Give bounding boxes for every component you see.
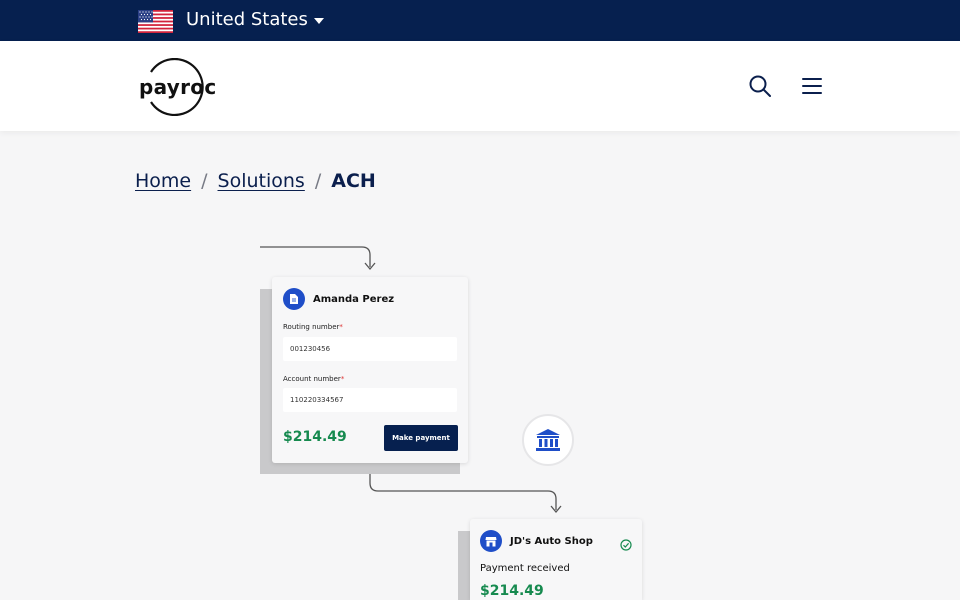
payer-name: Amanda Perez bbox=[313, 293, 395, 305]
bank-icon bbox=[522, 414, 574, 466]
routing-number-input[interactable]: 001230456 bbox=[283, 337, 457, 361]
payment-received-text: Payment received bbox=[480, 563, 570, 574]
routing-number-label: Routing number* bbox=[283, 323, 343, 331]
routing-number-value: 001230456 bbox=[290, 345, 331, 353]
merchant-card-header: JD's Auto Shop bbox=[480, 530, 593, 552]
document-icon bbox=[283, 288, 305, 310]
required-mark: * bbox=[339, 323, 343, 331]
routing-label-text: Routing number bbox=[283, 323, 340, 331]
account-number-input[interactable]: 110220334567 bbox=[283, 388, 457, 412]
make-payment-button[interactable]: Make payment bbox=[384, 425, 458, 451]
flow-connector-lines bbox=[260, 246, 562, 514]
storefront-icon bbox=[480, 530, 502, 552]
payer-card-header: Amanda Perez bbox=[283, 288, 394, 310]
account-number-value: 110220334567 bbox=[290, 396, 344, 404]
required-mark: * bbox=[340, 375, 345, 383]
account-label-text: Account number bbox=[283, 375, 341, 383]
merchant-card: JD's Auto Shop Payment received $214.49 bbox=[470, 519, 642, 600]
payer-ach-card: Amanda Perez Routing number* 001230456 A… bbox=[272, 277, 468, 463]
account-number-label: Account number* bbox=[283, 375, 344, 383]
merchant-name: JD's Auto Shop bbox=[510, 535, 593, 547]
check-circle-icon bbox=[620, 536, 632, 555]
merchant-amount: $214.49 bbox=[480, 583, 544, 599]
payer-amount: $214.49 bbox=[283, 429, 347, 445]
